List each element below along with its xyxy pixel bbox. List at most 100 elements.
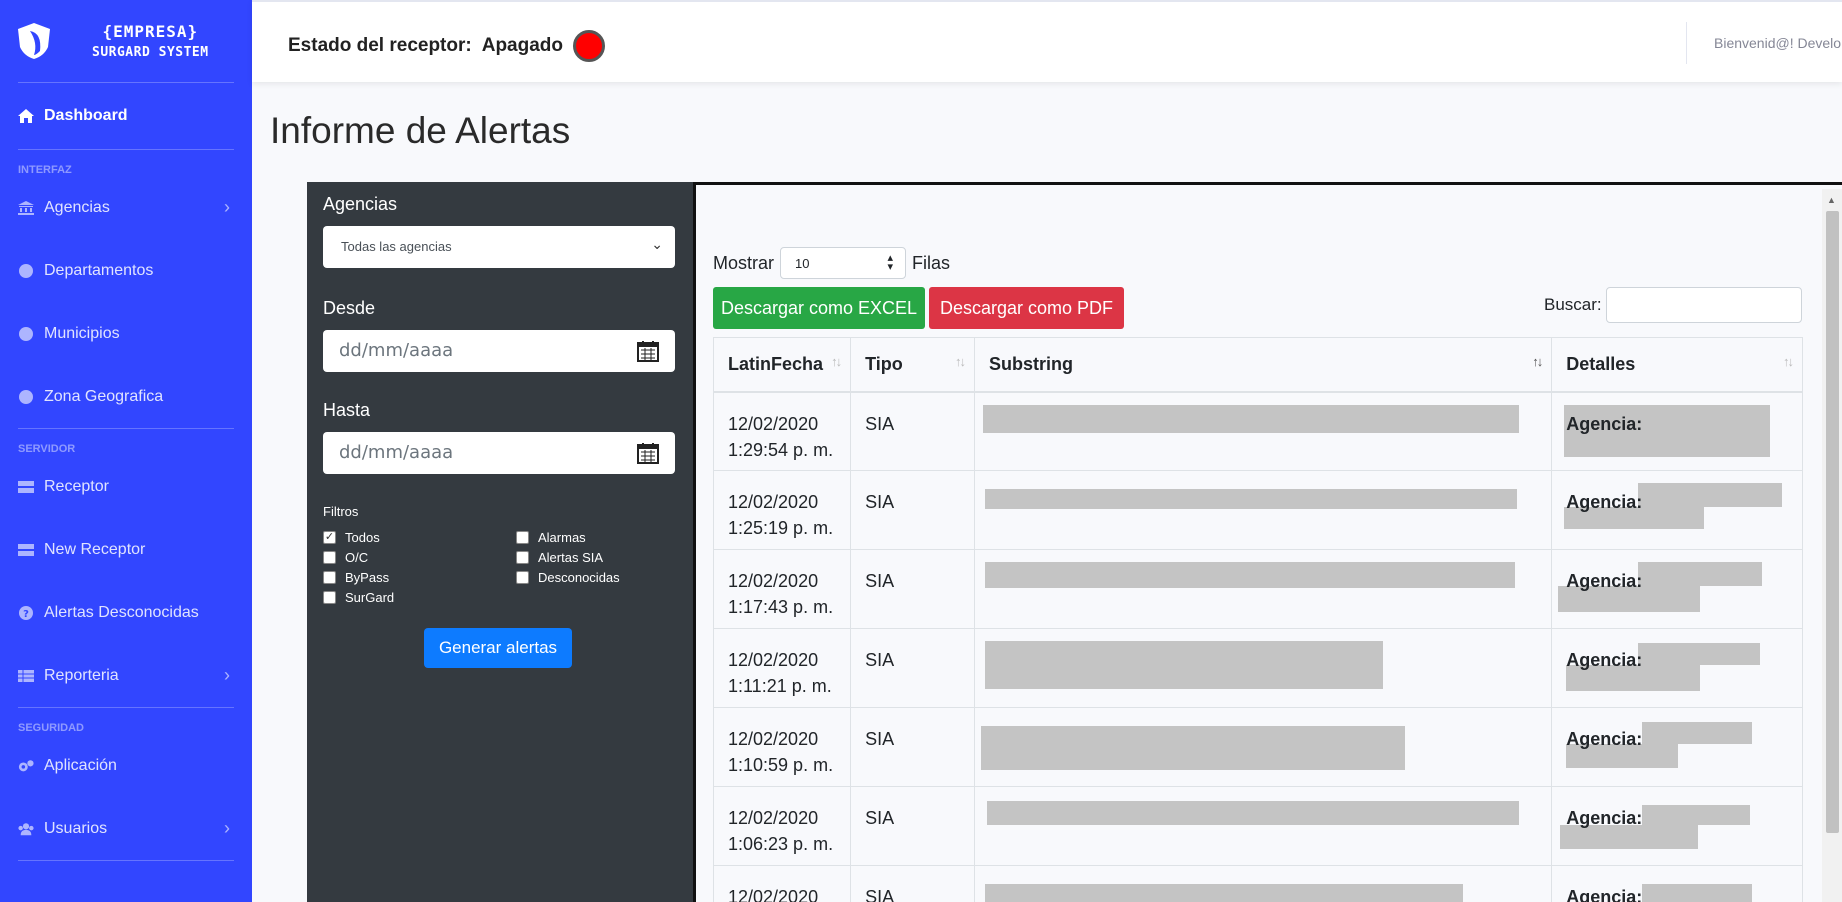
table-row[interactable]: 12/02/2020 SIA Agencia:	[712, 865, 1803, 902]
cell-date: 12/02/2020	[712, 865, 852, 902]
cell-tipo: SIA	[850, 391, 975, 471]
page-length-select[interactable]: 10 ▴ ▾	[780, 247, 907, 279]
cell-detalles: Agencia:	[1551, 391, 1803, 471]
table-row[interactable]: 12/02/2020 1:11:21 p. m. SIA Agencia:	[712, 628, 1803, 708]
cell-substring	[973, 470, 1553, 550]
redacted-block	[1642, 722, 1753, 744]
checkbox-alarmas[interactable]: Alarmas	[516, 530, 586, 545]
nav-municipios[interactable]: Municipios	[0, 302, 252, 365]
hasta-placeholder: dd/mm/aaaa	[339, 442, 454, 463]
search-label: Buscar:	[1544, 295, 1602, 314]
status-led-icon	[573, 30, 605, 62]
redacted-block	[1642, 805, 1751, 825]
nav-departamentos[interactable]: Departamentos	[0, 239, 252, 302]
nav-aplicacion-label: Aplicación	[44, 756, 117, 774]
download-excel-button[interactable]: Descargar como EXCEL	[713, 287, 925, 329]
table-row[interactable]: 12/02/2020 1:06:23 p. m. SIA Agencia:	[712, 786, 1803, 866]
column-tipo[interactable]: Tipo ↑↓	[850, 337, 975, 393]
nav-new-receptor[interactable]: New Receptor	[0, 518, 252, 581]
redacted-block	[984, 884, 1463, 902]
redacted-block	[986, 801, 1519, 825]
scrollbar-thumb[interactable]	[1826, 211, 1839, 833]
cell-tipo: SIA	[850, 865, 975, 902]
question-circle-icon: ?	[18, 605, 34, 621]
hasta-date-input[interactable]: dd/mm/aaaa	[323, 432, 675, 474]
checkbox-oc-label: O/C	[345, 550, 369, 565]
checkbox-box	[323, 571, 336, 584]
checkbox-box	[516, 571, 529, 584]
cell-detalles: Agencia:	[1551, 786, 1803, 866]
calendar-icon[interactable]	[637, 340, 659, 362]
checkbox-alertas-sia-label: Alertas SIA	[538, 550, 604, 565]
table-row[interactable]: 12/02/2020 1:29:54 p. m. SIA Agencia:	[712, 391, 1803, 471]
calendar-icon[interactable]	[637, 442, 659, 464]
cell-detalles: Agencia:	[1551, 549, 1803, 629]
column-substring[interactable]: Substring ↑↓	[973, 337, 1553, 393]
nav-receptor[interactable]: Receptor	[0, 455, 252, 518]
brand[interactable]: {EMPRESA} SURGARD SYSTEM	[0, 0, 252, 82]
checkbox-bypass[interactable]: ByPass	[323, 570, 389, 585]
checkbox-box	[323, 551, 336, 564]
filas-label: Filas	[912, 252, 951, 273]
sort-icon: ↑↓	[954, 354, 966, 369]
users-icon	[18, 821, 34, 837]
page-length-value: 10	[795, 256, 810, 271]
nav-zona-geografica[interactable]: Zona Geografica	[0, 365, 252, 428]
vertical-scrollbar[interactable]: ▲	[1822, 189, 1842, 902]
server-icon	[18, 542, 34, 558]
checkbox-alertas-sia[interactable]: Alertas SIA	[516, 550, 603, 565]
checkbox-desconocidas[interactable]: Desconocidas	[516, 570, 620, 585]
generate-alerts-button[interactable]: Generar alertas	[424, 628, 572, 668]
desde-date-input[interactable]: dd/mm/aaaa	[323, 330, 675, 372]
receiver-status: Estado del receptor: Apagado	[288, 30, 605, 62]
checkbox-oc[interactable]: O/C	[323, 550, 368, 565]
download-pdf-button[interactable]: Descargar como PDF	[929, 287, 1124, 329]
time-text: 1:06:23 p. m.	[728, 834, 834, 854]
nav-municipios-label: Municipios	[44, 324, 120, 342]
home-icon	[18, 108, 34, 124]
cell-tipo: SIA	[850, 470, 975, 550]
cell-date: 12/02/2020 1:25:19 p. m.	[712, 470, 852, 550]
checkbox-alarmas-label: Alarmas	[538, 530, 586, 545]
column-latinfecha[interactable]: LatinFecha ↑↓	[712, 337, 852, 393]
column-detalles-label: Detalles	[1566, 353, 1636, 374]
cell-tipo: SIA	[850, 786, 975, 866]
nav-reporteria[interactable]: Reporteria ›	[0, 644, 252, 707]
nav-usuarios[interactable]: Usuarios ›	[0, 797, 252, 860]
filtros-label: Filtros	[323, 504, 359, 519]
time-text: 1:29:54 p. m.	[728, 439, 834, 460]
nav-alertas-desc-label: Alertas Desconocidas	[44, 603, 199, 621]
column-substring-label: Substring	[988, 353, 1073, 374]
redacted-block	[1638, 643, 1761, 665]
brand-subtitle: SURGARD SYSTEM	[92, 45, 209, 60]
column-detalles[interactable]: Detalles ↑↓	[1551, 337, 1803, 393]
user-welcome[interactable]: Bienvenid@! Develo	[1714, 35, 1841, 51]
nav-agencias[interactable]: Agencias ›	[0, 176, 252, 239]
redacted-block	[984, 641, 1383, 689]
nav-aplicacion[interactable]: Aplicación	[0, 734, 252, 797]
checkbox-box	[516, 551, 529, 564]
checkbox-surgard[interactable]: SurGard	[323, 590, 394, 605]
sort-asc-icon: ↑↓	[1532, 354, 1543, 369]
agencia-label: Agencia:	[1566, 887, 1643, 902]
search-input[interactable]	[1606, 287, 1802, 323]
nav-dashboard[interactable]: Dashboard	[0, 83, 252, 149]
section-interfaz: INTERFAZ	[18, 164, 72, 176]
table-row[interactable]: 12/02/2020 1:10:59 p. m. SIA Agencia:	[712, 707, 1803, 787]
table-row[interactable]: 12/02/2020 1:17:43 p. m. SIA Agencia:	[712, 549, 1803, 629]
redacted-block	[1642, 884, 1753, 902]
agencia-label: Agencia:	[1566, 492, 1643, 512]
scroll-up-arrow-icon[interactable]: ▲	[1827, 195, 1836, 205]
agencias-select[interactable]: Todas las agencias ⌄	[323, 226, 675, 268]
checkbox-surgard-label: SurGard	[345, 590, 395, 605]
cell-date: 12/02/2020 1:11:21 p. m.	[712, 628, 852, 708]
cell-tipo: SIA	[850, 628, 975, 708]
bank-icon	[18, 200, 34, 216]
checkbox-todos[interactable]: ✓ Todos	[323, 530, 380, 545]
cell-date: 12/02/2020 1:10:59 p. m.	[712, 707, 852, 787]
nav-alertas-desconocidas[interactable]: ? Alertas Desconocidas	[0, 581, 252, 644]
table-row[interactable]: 12/02/2020 1:25:19 p. m. SIA Agencia:	[712, 470, 1803, 550]
cell-detalles: Agencia:	[1551, 707, 1803, 787]
nav-new-receptor-label: New Receptor	[44, 540, 146, 558]
nav-receptor-label: Receptor	[44, 477, 109, 495]
